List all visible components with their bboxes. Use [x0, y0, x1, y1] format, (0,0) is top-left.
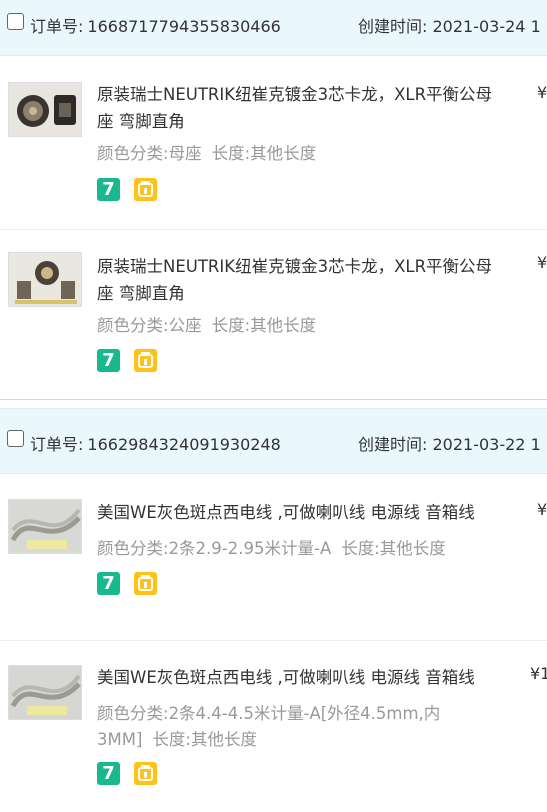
created-time-label: 创建时间: — [358, 435, 428, 454]
order-number-value: 1662984324091930248 — [87, 435, 281, 454]
seven-day-return-badge-icon: 7 — [97, 178, 120, 201]
order-item[interactable]: 美国WE灰色斑点西电线 ,可做喇叭线 电源线 音箱线 颜色分类:2条4.4-4.… — [0, 640, 547, 812]
order-item[interactable]: 原装瑞士NEUTRIK纽崔克镀金3芯卡龙，XLR平衡公母座 弯脚直角 颜色分类:… — [0, 57, 547, 229]
product-price: ¥ — [537, 253, 547, 272]
sku-length-value: 其他长度 — [379, 539, 446, 558]
order-created-time: 创建时间: 2021-03-24 1 — [358, 13, 541, 37]
order-number-value: 1668717794355830466 — [87, 17, 281, 36]
product-price: ¥ — [537, 500, 547, 519]
product-thumbnail[interactable] — [8, 499, 82, 554]
created-time-value: 2021-03-22 1 — [432, 435, 541, 454]
product-sku: 颜色分类:2条2.9-2.95米计量-A 长度:其他长度 — [97, 536, 477, 562]
product-price: ¥1 — [530, 664, 547, 683]
sku-color-label: 颜色分类: — [97, 316, 169, 335]
seven-day-return-badge-icon: 7 — [97, 762, 120, 785]
product-thumbnail[interactable] — [8, 82, 82, 137]
created-time-label: 创建时间: — [358, 17, 428, 36]
sku-length-label: 长度: — [341, 539, 380, 558]
order-number: 订单号: 1668717794355830466 — [30, 13, 281, 37]
sku-length-label: 长度: — [211, 144, 251, 163]
product-title[interactable]: 美国WE灰色斑点西电线 ,可做喇叭线 电源线 音箱线 — [97, 499, 507, 526]
product-thumbnail[interactable] — [8, 252, 82, 307]
product-sku: 颜色分类:母座 长度:其他长度 — [97, 141, 477, 167]
sku-color-value: 公座 — [168, 316, 202, 335]
order-created-time: 创建时间: 2021-03-22 1 — [358, 431, 541, 455]
order-number-label: 订单号: — [30, 435, 84, 454]
order-checkbox[interactable] — [7, 13, 24, 30]
product-price: ¥ — [537, 83, 547, 102]
sku-color-label: 颜色分类: — [97, 144, 169, 163]
order-item[interactable]: 原装瑞士NEUTRIK纽崔克镀金3芯卡龙，XLR平衡公母座 弯脚直角 颜色分类:… — [0, 229, 547, 399]
consumer-guarantee-badge-icon — [134, 572, 157, 595]
sku-length-label: 长度: — [211, 316, 251, 335]
order-header: 订单号: 1668717794355830466 创建时间: 2021-03-24… — [0, 0, 547, 56]
sku-length-value: 其他长度 — [250, 144, 317, 163]
product-title[interactable]: 原装瑞士NEUTRIK纽崔克镀金3芯卡龙，XLR平衡公母座 弯脚直角 — [97, 253, 507, 307]
sku-length-value: 其他长度 — [250, 316, 317, 335]
product-sku: 颜色分类:2条4.4-4.5米计量-A[外径4.5mm,内3MM] 长度:其他长度 — [97, 701, 477, 753]
sku-color-label: 颜色分类: — [97, 704, 169, 723]
order-number: 订单号: 1662984324091930248 — [30, 431, 281, 455]
sku-length-value: 其他长度 — [190, 730, 257, 749]
order-header: 订单号: 1662984324091930248 创建时间: 2021-03-22… — [0, 408, 547, 474]
product-title[interactable]: 美国WE灰色斑点西电线 ,可做喇叭线 电源线 音箱线 — [97, 664, 507, 691]
seven-day-return-badge-icon: 7 — [97, 572, 120, 595]
sku-color-value: 母座 — [168, 144, 202, 163]
order-divider — [0, 399, 547, 400]
consumer-guarantee-badge-icon — [134, 349, 157, 372]
sku-color-value: 2条2.9-2.95米计量-A — [168, 539, 332, 558]
product-sku: 颜色分类:公座 长度:其他长度 — [97, 313, 477, 339]
sku-length-label: 长度: — [152, 730, 191, 749]
order-checkbox[interactable] — [7, 430, 24, 447]
order-number-label: 订单号: — [30, 17, 84, 36]
consumer-guarantee-badge-icon — [134, 178, 157, 201]
seven-day-return-badge-icon: 7 — [97, 349, 120, 372]
consumer-guarantee-badge-icon — [134, 762, 157, 785]
product-thumbnail[interactable] — [8, 665, 82, 720]
product-title[interactable]: 原装瑞士NEUTRIK纽崔克镀金3芯卡龙，XLR平衡公母座 弯脚直角 — [97, 81, 507, 135]
created-time-value: 2021-03-24 1 — [432, 17, 541, 36]
sku-color-label: 颜色分类: — [97, 539, 169, 558]
order-item[interactable]: 美国WE灰色斑点西电线 ,可做喇叭线 电源线 音箱线 颜色分类:2条2.9-2.… — [0, 474, 547, 640]
